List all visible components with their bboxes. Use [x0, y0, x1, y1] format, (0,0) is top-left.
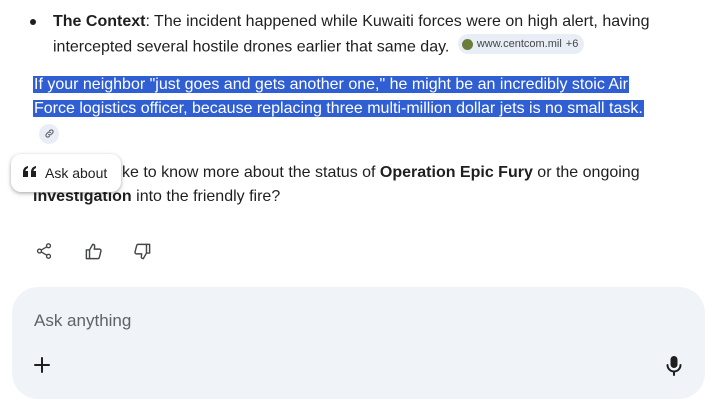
- site-favicon-icon: [461, 38, 473, 50]
- thumbs-down-icon[interactable]: [131, 240, 153, 262]
- ask-about-label: Ask about: [45, 165, 108, 181]
- thumbs-up-icon[interactable]: [82, 240, 104, 262]
- source-chip-more: +6: [565, 38, 579, 50]
- mic-icon[interactable]: [664, 355, 684, 377]
- link-icon[interactable]: [39, 123, 59, 144]
- prompt-composer: [12, 287, 705, 399]
- followup-paragraph: ke to know more about the status of Oper…: [33, 161, 673, 209]
- source-chip-domain: www.centcom.mil: [476, 38, 562, 50]
- followup-prefix: ke to know more about the status of: [122, 164, 380, 181]
- followup-bold-operation: Operation Epic Fury: [379, 164, 533, 181]
- quote-icon: [23, 165, 37, 181]
- highlighted-text[interactable]: If your neighbor "just goes and gets ano…: [33, 76, 644, 117]
- source-chip[interactable]: www.centcom.mil +6: [457, 34, 585, 54]
- share-icon[interactable]: [33, 240, 55, 262]
- prompt-input[interactable]: [32, 307, 636, 335]
- plus-icon[interactable]: [32, 355, 52, 375]
- highlighted-paragraph[interactable]: If your neighbor "just goes and gets ano…: [33, 73, 663, 145]
- bullet-dot: [30, 19, 36, 25]
- ask-about-button[interactable]: Ask about: [11, 154, 122, 192]
- response-actions: [33, 240, 153, 262]
- context-label: The Context: [53, 13, 146, 30]
- followup-middle: or the ongoing: [532, 164, 640, 181]
- followup-suffix: into the friendly fire?: [131, 188, 281, 205]
- context-bullet-text: The Context: The incident happened while…: [53, 10, 693, 60]
